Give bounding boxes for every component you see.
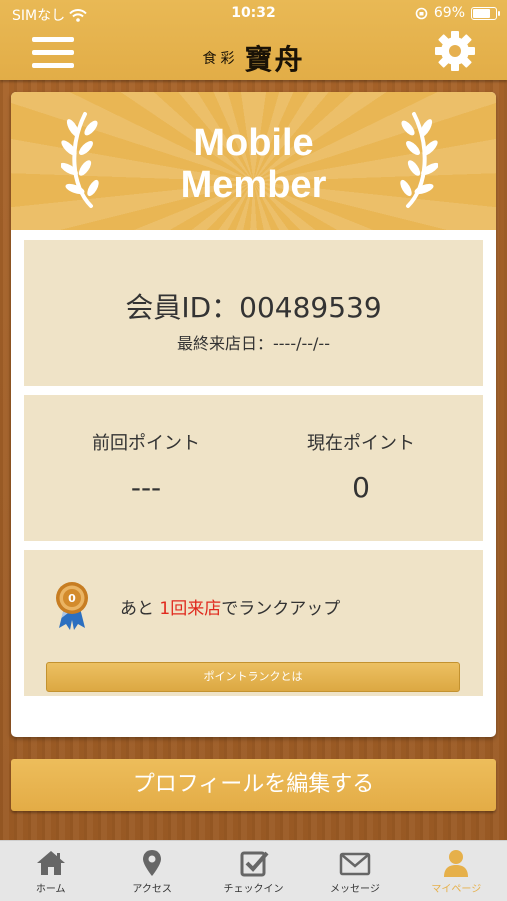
current-points-value: 0 bbox=[352, 471, 370, 504]
tab-message[interactable]: メッセージ bbox=[304, 841, 405, 901]
points-panel: 前回ポイント --- 現在ポイント 0 bbox=[24, 395, 483, 541]
tab-access[interactable]: アクセス bbox=[101, 841, 202, 901]
previous-points-label: 前回ポイント bbox=[92, 433, 200, 454]
envelope-icon bbox=[339, 852, 371, 876]
point-rank-info-button[interactable]: ポイントランクとは bbox=[46, 662, 460, 692]
last-visit-date: 最終来店日：----/--/-- bbox=[177, 334, 330, 353]
app-logo: 食彩 寶舟 bbox=[0, 38, 507, 78]
tab-checkin[interactable]: チェックイン bbox=[203, 841, 304, 901]
battery-percent: 69% bbox=[433, 5, 465, 21]
battery-icon bbox=[471, 6, 500, 20]
tab-home[interactable]: ホーム bbox=[0, 841, 101, 901]
tab-mypage[interactable]: マイページ bbox=[406, 841, 507, 901]
user-icon bbox=[444, 850, 469, 877]
rank-up-message: あと 1回来店でランクアップ bbox=[120, 594, 340, 619]
logo-small-text: 食彩 bbox=[202, 51, 239, 67]
gear-icon[interactable] bbox=[434, 30, 476, 72]
medal-icon: 0 bbox=[56, 582, 88, 630]
tab-bar: ホーム アクセス チェックイン メッセージ マイページ bbox=[0, 840, 507, 901]
tab-home-label: ホーム bbox=[35, 884, 66, 895]
rank-suffix: でランクアップ bbox=[221, 599, 341, 619]
status-bar: SIMなし 10:32 69% bbox=[0, 0, 507, 28]
logo-main-text: 寶舟 bbox=[244, 43, 305, 76]
checkin-icon bbox=[240, 851, 269, 877]
medal-number: 0 bbox=[68, 592, 76, 605]
home-icon bbox=[36, 851, 65, 875]
member-id: 会員ID：00489539 bbox=[125, 291, 382, 324]
rotation-lock-icon bbox=[415, 7, 428, 19]
member-banner: Mobile Member bbox=[11, 92, 496, 230]
current-points-label: 現在ポイント bbox=[307, 433, 415, 454]
member-id-panel: 会員ID：00489539 最終来店日：----/--/-- bbox=[24, 240, 483, 386]
map-pin-icon bbox=[143, 850, 162, 876]
previous-points: 前回ポイント --- bbox=[46, 429, 246, 504]
current-points: 現在ポイント 0 bbox=[261, 429, 461, 504]
rank-prefix: あと bbox=[120, 599, 160, 619]
edit-profile-button[interactable]: プロフィールを編集する bbox=[11, 759, 496, 811]
tab-mypage-label: マイページ bbox=[431, 884, 482, 895]
tab-message-label: メッセージ bbox=[330, 884, 380, 895]
tab-access-label: アクセス bbox=[132, 884, 172, 895]
rank-visits-needed: 1回来店 bbox=[159, 599, 222, 619]
rank-panel: 0 あと 1回来店でランクアップ ポイントランクとは bbox=[24, 550, 483, 696]
tab-checkin-label: チェックイン bbox=[223, 884, 284, 895]
previous-points-value: --- bbox=[130, 471, 162, 504]
member-card: Mobile Member 会員ID：00489539 最終来店日：----/-… bbox=[11, 92, 496, 737]
laurel-right-icon bbox=[400, 112, 438, 208]
